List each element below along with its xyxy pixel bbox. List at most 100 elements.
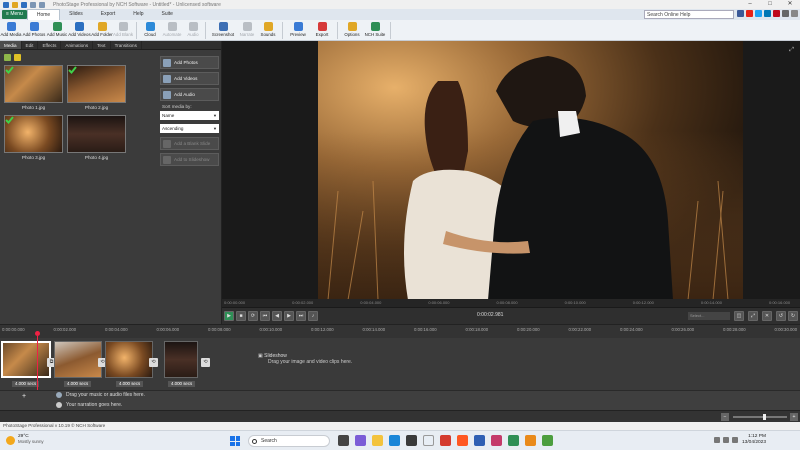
add-media-button[interactable]: Add Media bbox=[0, 20, 22, 37]
menu-button[interactable]: ≡ Menu bbox=[2, 10, 27, 19]
add-music-button[interactable]: Add Music bbox=[46, 20, 68, 37]
zoom-slider-handle[interactable] bbox=[763, 414, 766, 420]
tab-edit[interactable]: Edit bbox=[22, 41, 39, 49]
rotate-left-icon[interactable]: ↺ bbox=[776, 311, 786, 321]
brave-icon[interactable] bbox=[457, 435, 468, 446]
close-preview-icon[interactable]: ✕ bbox=[762, 311, 772, 321]
rotate-right-icon[interactable]: ↻ bbox=[788, 311, 798, 321]
narration-track[interactable]: Your narration goes here. bbox=[56, 402, 122, 408]
tab-suite[interactable]: Suite bbox=[153, 9, 182, 20]
automate-button[interactable]: Automate bbox=[160, 20, 184, 37]
wifi-icon[interactable] bbox=[723, 437, 729, 443]
pinterest-icon[interactable] bbox=[773, 10, 780, 17]
tab-animations[interactable]: Animations bbox=[61, 41, 94, 49]
file-explorer-icon[interactable] bbox=[372, 435, 383, 446]
youtube-icon[interactable] bbox=[746, 10, 753, 17]
save-icon[interactable] bbox=[21, 1, 27, 8]
edge-icon[interactable] bbox=[389, 435, 400, 446]
open-icon[interactable] bbox=[12, 1, 18, 8]
sort-by-select[interactable]: Name ▼ bbox=[160, 111, 219, 120]
tab-slides[interactable]: Slides bbox=[60, 9, 92, 20]
add-to-slideshow-button[interactable]: Add to Slideshow bbox=[160, 153, 219, 166]
redo-icon[interactable] bbox=[39, 1, 45, 8]
timeline-ruler[interactable]: 0:00:00.000 0:00:02.000 0:00:04.000 0:00:06… bbox=[0, 324, 800, 338]
add-photos-button[interactable]: Add Photos bbox=[22, 20, 46, 37]
add-folder-button[interactable]: Add Folder bbox=[91, 20, 113, 37]
close-button[interactable]: ✕ bbox=[780, 0, 800, 9]
tab-effects[interactable]: Effects bbox=[38, 41, 62, 49]
office-icon[interactable] bbox=[440, 435, 451, 446]
taskbar-clock[interactable]: 1:12 PM 13/04/2023 bbox=[742, 434, 766, 446]
task-view-icon[interactable] bbox=[338, 435, 349, 446]
zoom-in-icon[interactable]: + bbox=[790, 413, 798, 421]
cloud-button[interactable]: Cloud bbox=[140, 20, 160, 37]
timeline-clip[interactable] bbox=[105, 341, 153, 378]
taskbar-search[interactable]: Search bbox=[248, 435, 330, 447]
undo-icon[interactable] bbox=[30, 1, 36, 8]
step-back-icon[interactable]: ◀ bbox=[272, 311, 282, 321]
maximize-button[interactable]: □ bbox=[760, 0, 780, 9]
step-forward-icon[interactable]: ▶ bbox=[284, 311, 294, 321]
media-item[interactable]: Photo 2.jpg bbox=[67, 65, 126, 110]
add-videos-button[interactable]: Add Videos bbox=[68, 20, 91, 37]
tab-export[interactable]: Export bbox=[92, 9, 124, 20]
word-icon[interactable] bbox=[474, 435, 485, 446]
speaker-icon[interactable] bbox=[732, 437, 738, 443]
narrate-button[interactable]: Narrate bbox=[237, 20, 257, 37]
sounds-button[interactable]: Sounds bbox=[257, 20, 279, 37]
export-button[interactable]: Export bbox=[310, 20, 334, 37]
weather-widget[interactable]: 29°C Mostly sunny bbox=[6, 434, 44, 445]
loop-icon[interactable]: ⟳ bbox=[248, 311, 258, 321]
facebook-icon[interactable] bbox=[737, 10, 744, 17]
add-track-icon[interactable]: + bbox=[22, 393, 26, 400]
fullscreen-icon[interactable]: ⤢ bbox=[748, 311, 758, 321]
music-track[interactable]: Drag your music or audio files here. bbox=[56, 392, 145, 398]
tab-home[interactable]: Home bbox=[26, 8, 61, 21]
tab-media[interactable]: Media bbox=[0, 41, 22, 49]
photostage-taskbar-icon[interactable] bbox=[542, 435, 553, 446]
help-search-input[interactable]: Search Online Help bbox=[644, 10, 734, 19]
twitter-icon[interactable] bbox=[755, 10, 762, 17]
timeline-clip[interactable] bbox=[54, 341, 102, 378]
add-photos-button[interactable]: Add Photos bbox=[160, 56, 219, 69]
chevron-up-icon[interactable] bbox=[714, 437, 720, 443]
media-item[interactable]: Photo 4.jpg bbox=[67, 115, 126, 160]
zoom-out-icon[interactable]: − bbox=[721, 413, 729, 421]
add-videos-button[interactable]: Add Videos bbox=[160, 72, 219, 85]
excel-icon[interactable] bbox=[508, 435, 519, 446]
ribbon-collapse-icon[interactable] bbox=[791, 10, 798, 17]
add-blank-button[interactable]: Add Blank bbox=[113, 20, 133, 37]
media-item[interactable]: Photo 1.jpg bbox=[4, 65, 63, 110]
app-icon[interactable] bbox=[423, 435, 434, 446]
timeline-clip[interactable] bbox=[1, 341, 51, 378]
app-icon-3[interactable] bbox=[525, 435, 536, 446]
preview-timeline-ruler[interactable]: 0:00:00.000 0:00:02.000 0:00:04.000 0:00:06… bbox=[222, 299, 800, 307]
media-item[interactable]: Photo 3.jpg bbox=[4, 115, 63, 160]
nch-suite-button[interactable]: NCH Suite bbox=[363, 20, 387, 37]
tab-help[interactable]: Help bbox=[124, 9, 152, 20]
expand-preview-icon[interactable]: ⤢ bbox=[789, 47, 794, 54]
tab-transitions[interactable]: Transitions bbox=[111, 41, 142, 49]
folder-up-icon[interactable] bbox=[4, 54, 11, 61]
audio-button[interactable]: Audio bbox=[184, 20, 202, 37]
transition-icon[interactable]: ⟲ bbox=[149, 358, 158, 367]
skip-start-icon[interactable]: ⏮ bbox=[260, 311, 270, 321]
snapshot-icon[interactable]: ◫ bbox=[734, 311, 744, 321]
help-icon[interactable] bbox=[782, 10, 789, 17]
sort-order-select[interactable]: Ascending ▼ bbox=[160, 124, 219, 133]
transition-icon[interactable]: ⟲ bbox=[201, 358, 210, 367]
play-icon[interactable]: ▶ bbox=[224, 311, 234, 321]
stop-icon[interactable]: ■ bbox=[236, 311, 246, 321]
zoom-slider[interactable] bbox=[733, 416, 787, 418]
add-audio-button[interactable]: Add Audio bbox=[160, 88, 219, 101]
tab-text[interactable]: Text bbox=[93, 41, 111, 49]
speed-select[interactable]: Select... bbox=[688, 312, 730, 320]
volume-icon[interactable]: ♪ bbox=[308, 311, 318, 321]
skip-end-icon[interactable]: ⏭ bbox=[296, 311, 306, 321]
windows-start-icon[interactable] bbox=[230, 436, 240, 446]
folder-icon[interactable] bbox=[14, 54, 21, 61]
store-icon[interactable] bbox=[406, 435, 417, 446]
app-icon-2[interactable] bbox=[491, 435, 502, 446]
minimize-button[interactable]: – bbox=[740, 0, 760, 9]
preview-button[interactable]: Preview bbox=[286, 20, 310, 37]
